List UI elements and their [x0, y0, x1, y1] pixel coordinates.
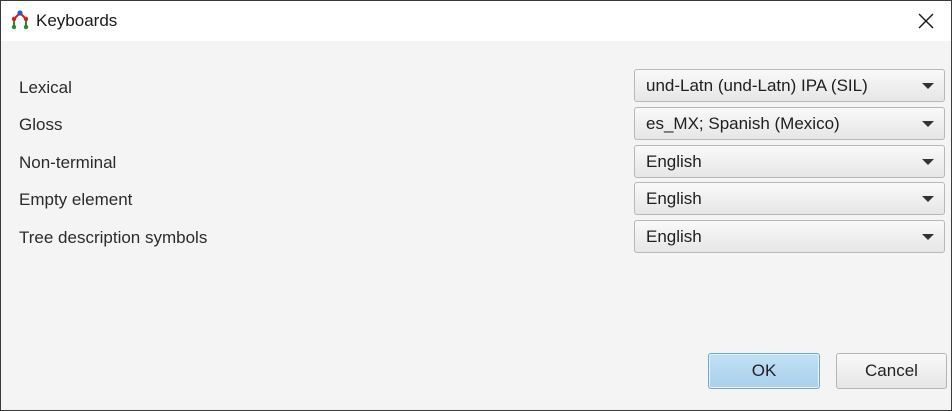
gloss-keyboard-value: es_MX; Spanish (Mexico) [646, 114, 840, 133]
non-terminal-keyboard-select[interactable]: English [634, 145, 945, 178]
lexical-keyboard-value: und-Latn (und-Latn) IPA (SIL) [646, 76, 868, 95]
chevron-down-icon [922, 83, 934, 89]
chevron-down-icon [922, 121, 934, 127]
dialog-title: Keyboards [36, 11, 118, 30]
non-terminal-label: Non-terminal [19, 153, 117, 172]
chevron-down-icon [922, 196, 934, 202]
dialog-content: Lexical und-Latn (und-Latn) IPA (SIL) Gl… [1, 41, 951, 410]
cancel-button[interactable]: Cancel [836, 353, 947, 389]
empty-element-keyboard-value: English [646, 189, 702, 208]
tree-description-symbols-keyboard-value: English [646, 227, 702, 246]
close-icon [918, 13, 934, 29]
gloss-label: Gloss [19, 115, 63, 134]
non-terminal-keyboard-value: English [646, 152, 702, 171]
tree-icon [11, 10, 29, 30]
empty-element-keyboard-select[interactable]: English [634, 182, 945, 215]
keyboards-dialog: Keyboards Lexical und-Latn (und-Latn) IP… [0, 0, 952, 411]
tree-description-symbols-label: Tree description symbols [19, 228, 208, 247]
close-button[interactable] [901, 1, 951, 41]
tree-description-symbols-keyboard-select[interactable]: English [634, 220, 945, 253]
gloss-keyboard-select[interactable]: es_MX; Spanish (Mexico) [634, 107, 945, 140]
chevron-down-icon [922, 159, 934, 165]
ok-button[interactable]: OK [708, 353, 820, 389]
lexical-keyboard-select[interactable]: und-Latn (und-Latn) IPA (SIL) [634, 69, 945, 102]
chevron-down-icon [922, 234, 934, 240]
lexical-label: Lexical [19, 78, 72, 97]
title-bar[interactable]: Keyboards [1, 1, 951, 41]
empty-element-label: Empty element [19, 190, 133, 209]
